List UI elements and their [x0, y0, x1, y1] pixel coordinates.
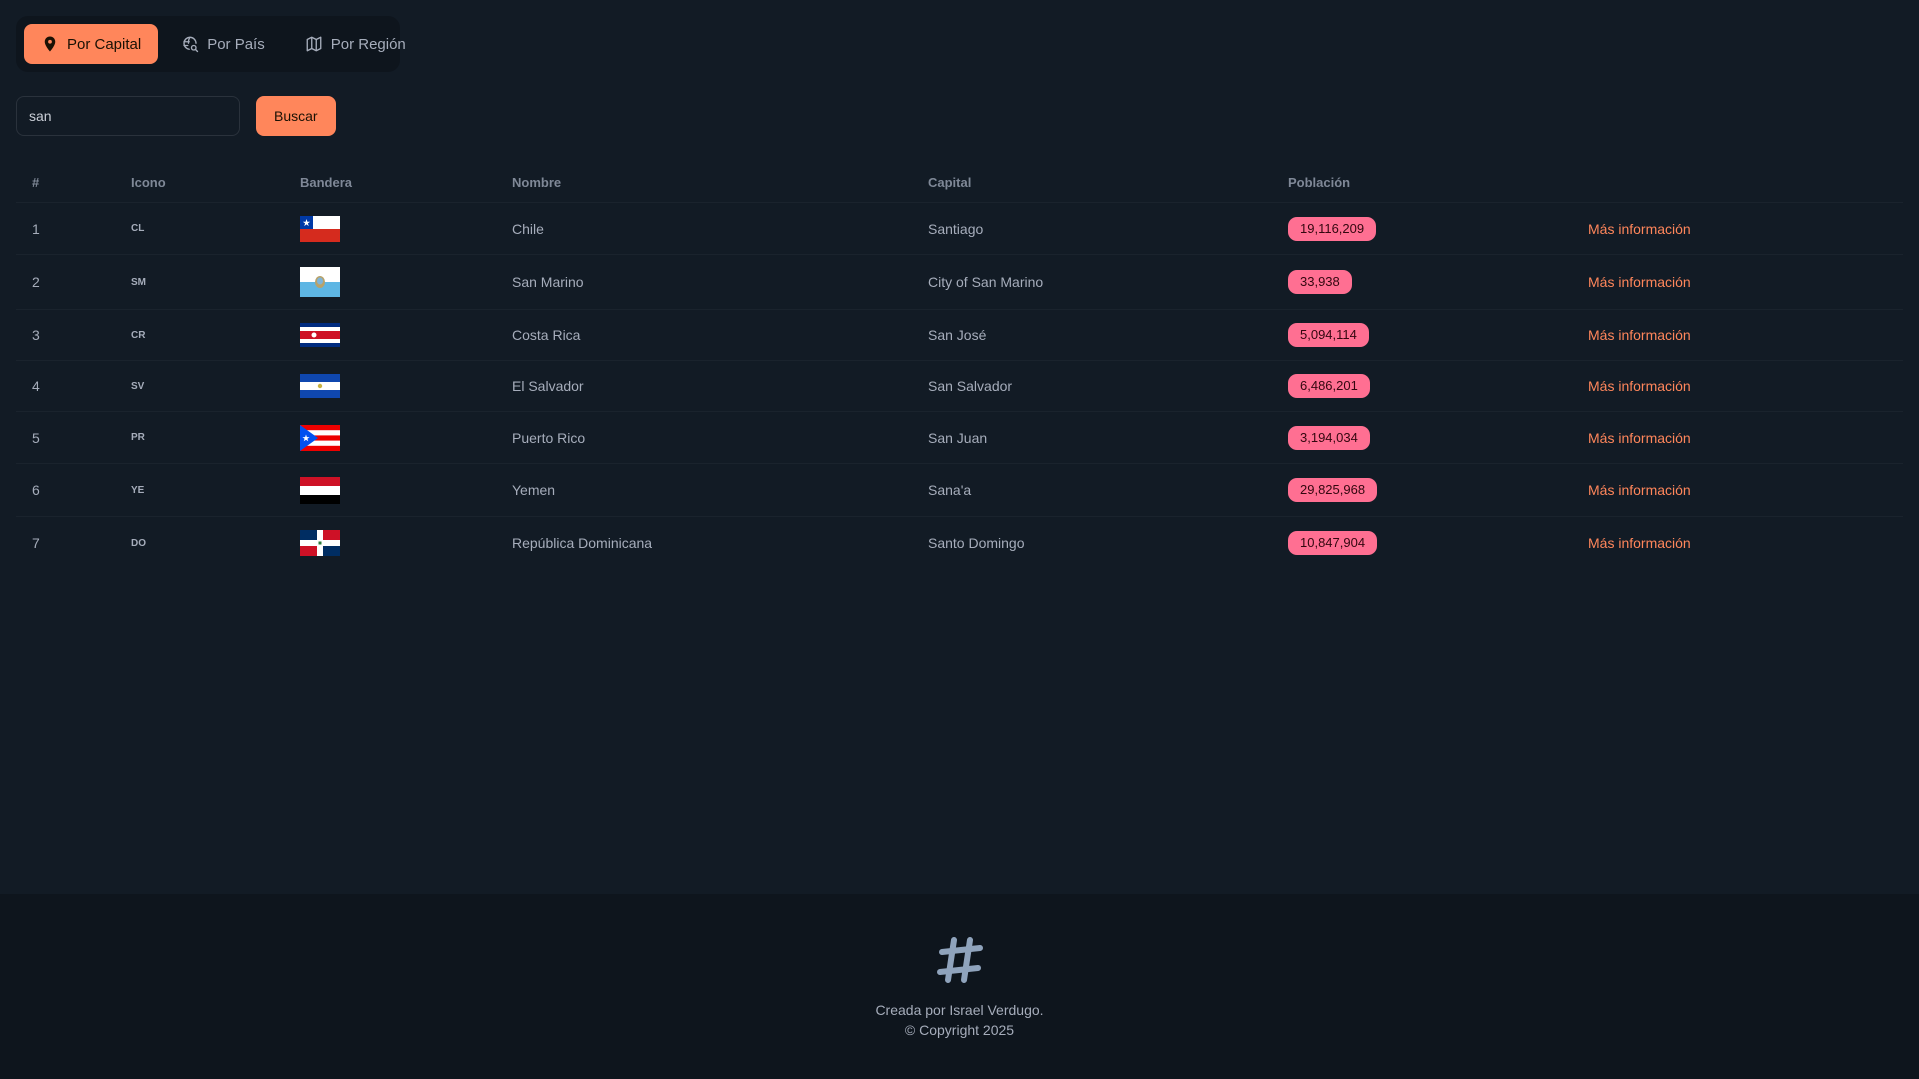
capital-name: City of San Marino: [928, 274, 1044, 290]
population-badge: 3,194,034: [1288, 425, 1370, 450]
capital-name: San José: [928, 327, 987, 343]
country-name: Costa Rica: [512, 327, 581, 343]
san-marino-flag: [300, 267, 340, 297]
more-info-link[interactable]: Más información: [1588, 482, 1691, 498]
table-row: 6 YE Yemen Sana'a 29,825,968 Más informa…: [16, 464, 1903, 517]
header-icon: Icono: [131, 174, 166, 190]
chile-flag: [300, 215, 340, 242]
more-info-link[interactable]: Más información: [1588, 327, 1691, 343]
search-input[interactable]: [16, 96, 240, 136]
row-number: 4: [32, 378, 40, 394]
el-salvador-flag: [300, 374, 340, 398]
more-info-link[interactable]: Más información: [1588, 535, 1691, 551]
yemen-flag: [300, 476, 340, 504]
country-name: Yemen: [512, 482, 556, 498]
table-row: 3 CR Costa Rica San José 5,094,114 Más i…: [16, 310, 1903, 361]
tab-por-capital[interactable]: Por Capital: [24, 24, 159, 64]
table-row: 7 DO República Dominicana Santo Domingo …: [16, 517, 1903, 569]
country-code: YE: [131, 484, 145, 496]
header-num: #: [32, 174, 40, 190]
row-number: 5: [32, 429, 40, 446]
table-header: # Icono Bandera Nombre Capital Población: [16, 162, 1903, 203]
more-info-link[interactable]: Más información: [1588, 274, 1691, 290]
tab-por-pais[interactable]: Por País: [164, 24, 282, 64]
tab-label: Por Región: [330, 35, 406, 53]
row-number: 7: [32, 535, 40, 551]
country-code: CL: [131, 223, 145, 234]
capital-name: San Salvador: [928, 378, 1013, 394]
countries-table: # Icono Bandera Nombre Capital Población…: [16, 162, 1903, 569]
search-button[interactable]: Buscar: [256, 96, 336, 136]
country-code: CR: [131, 329, 146, 341]
puerto-rico-flag: [300, 424, 340, 451]
country-code: DO: [131, 537, 146, 549]
row-number: 1: [32, 220, 40, 237]
table-row: 4 SV El Salvador San Salvador 6,486,201 …: [16, 361, 1903, 412]
header-flag: Bandera: [300, 174, 353, 190]
header-population: Población: [1288, 174, 1351, 190]
population-badge: 10,847,904: [1288, 531, 1378, 555]
capital-name: Sana'a: [928, 482, 972, 498]
search-bar: Buscar: [16, 96, 336, 136]
country-name: República Dominicana: [512, 535, 653, 551]
country-name: San Marino: [512, 274, 584, 290]
row-number: 3: [32, 327, 40, 343]
globe-search-icon: [183, 36, 199, 53]
search-mode-tabs: Por Capital Por País Por Región: [16, 16, 406, 72]
more-info-link[interactable]: Más información: [1588, 221, 1691, 237]
table-row: 2 SM San Marino City of San Marino 33,93…: [16, 255, 1903, 310]
costa-rica-flag: [300, 323, 340, 347]
tab-por-region[interactable]: Por Región: [288, 24, 423, 64]
population-badge: 29,825,968: [1288, 478, 1378, 502]
row-number: 6: [32, 482, 40, 498]
table-row: 1 CL Chile Santiago 19,116,209 Más infor…: [16, 203, 1903, 255]
population-badge: 5,094,114: [1288, 323, 1369, 347]
capital-name: Santiago: [928, 220, 984, 237]
country-name: Puerto Rico: [512, 429, 586, 446]
capital-name: San Juan: [928, 429, 988, 446]
country-name: El Salvador: [512, 378, 584, 394]
country-code: PR: [131, 432, 145, 443]
more-info-link[interactable]: Más información: [1588, 378, 1691, 394]
page-footer: Creada por Israel Verdugo. © Copyright 2…: [0, 894, 1919, 1079]
population-badge: 33,938: [1288, 270, 1352, 294]
header-name: Nombre: [512, 174, 562, 190]
tab-label: Por País: [207, 35, 265, 53]
map-icon: [306, 36, 322, 52]
country-code: SM: [131, 276, 146, 288]
population-badge: 6,486,201: [1288, 374, 1370, 398]
tab-label: Por Capital: [67, 35, 142, 53]
dominican-republic-flag: [300, 530, 340, 556]
capital-name: Santo Domingo: [928, 535, 1025, 551]
table-row: 5 PR Puerto Rico San Juan 3,194,034 Más …: [16, 412, 1903, 464]
population-badge: 19,116,209: [1288, 216, 1377, 241]
header-capital: Capital: [928, 174, 972, 190]
footer-copyright: © Copyright 2025: [904, 1022, 1015, 1038]
row-number: 2: [32, 274, 40, 290]
map-pin-icon: [44, 36, 56, 52]
footer-credit: Creada por Israel Verdugo.: [875, 1002, 1044, 1018]
country-code: SV: [131, 380, 145, 392]
country-name: Chile: [512, 220, 544, 237]
more-info-link[interactable]: Más información: [1588, 430, 1691, 446]
hashtag-icon: [937, 937, 983, 983]
